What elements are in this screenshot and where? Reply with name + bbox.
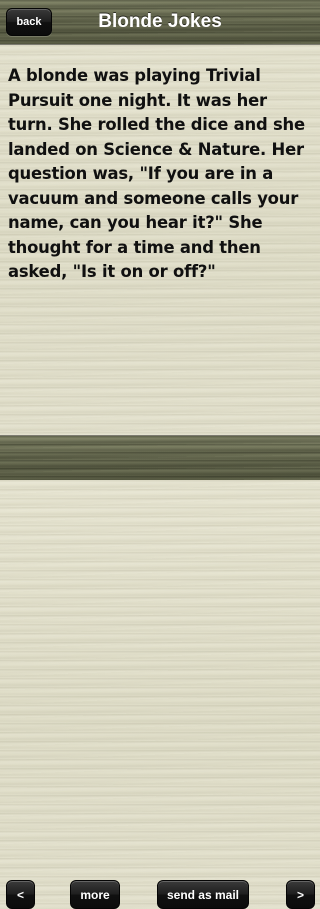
send-as-mail-button[interactable]: send as mail: [157, 880, 249, 909]
joke-text: A blonde was playing Trivial Pursuit one…: [8, 66, 305, 281]
previous-button[interactable]: <: [6, 880, 35, 909]
back-button[interactable]: back: [6, 8, 52, 36]
next-button[interactable]: >: [286, 880, 315, 909]
bottom-toolbar: < more send as mail >: [0, 436, 320, 909]
page-title: Blonde Jokes: [98, 11, 222, 32]
more-button[interactable]: more: [70, 880, 120, 909]
navigation-bar: back Blonde Jokes: [0, 0, 320, 44]
